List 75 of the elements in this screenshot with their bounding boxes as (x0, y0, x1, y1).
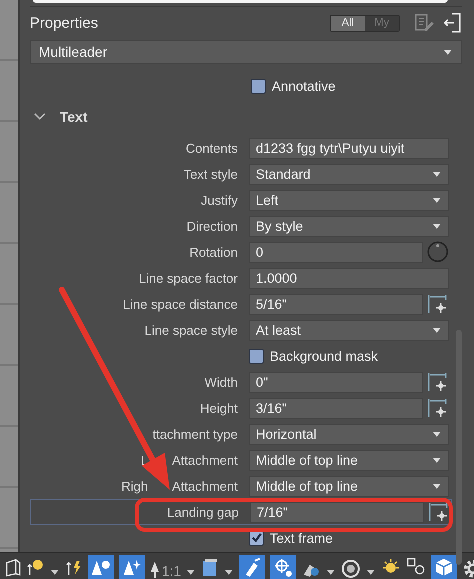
pick-distance-icon[interactable] (427, 293, 449, 315)
property-label: Justify (200, 192, 238, 208)
input-field[interactable]: 0 (249, 242, 423, 262)
checkbox[interactable] (251, 79, 266, 94)
toolbar-toggle[interactable] (239, 555, 266, 579)
dropdown[interactable]: Middle of top line (249, 450, 449, 470)
property-label: Landing gap (166, 504, 239, 520)
exit-icon[interactable] (444, 12, 462, 34)
dropdown[interactable]: Horizontal (249, 424, 449, 444)
caret-icon (432, 456, 442, 464)
caret-icon (432, 430, 442, 438)
checkbox-label: Background mask (270, 348, 378, 364)
dropdown-value: At least (256, 322, 302, 338)
panel-title: Properties (30, 14, 100, 32)
input-field[interactable]: 0" (249, 372, 423, 392)
chevron-icon[interactable] (34, 113, 46, 121)
property-label: Line space style (144, 322, 238, 338)
dropdown-value: By style (256, 218, 304, 234)
property-label: Line space factor (138, 270, 238, 286)
caret-icon (432, 326, 442, 334)
toolbar-toggle[interactable] (88, 555, 114, 579)
selected-row[interactable]: Landing gap 7/16" (30, 499, 452, 525)
input-field[interactable]: 7/16" (250, 502, 424, 522)
input-field[interactable]: 5/16" (249, 294, 423, 314)
pick-distance-icon[interactable] (427, 397, 449, 419)
dropdown-value: Multileader (39, 44, 108, 60)
dropdown-value: Left (256, 192, 279, 208)
checkbox-label: Text frame (270, 530, 334, 546)
ring-icon[interactable] (341, 557, 362, 579)
property-label: Rotation (188, 244, 238, 260)
dropdown-value: Middle of top line (256, 478, 358, 494)
property-label: Width (204, 374, 238, 390)
check-icon (250, 532, 262, 544)
object-type-dropdown[interactable]: Multileader (30, 40, 462, 64)
caret-icon (432, 482, 442, 490)
dropdown[interactable]: Left (249, 190, 449, 210)
pick-distance-icon[interactable] (428, 501, 450, 523)
property-label: Height (199, 400, 238, 416)
dropdown[interactable]: Middle of top line (249, 476, 449, 496)
search-field[interactable] (33, 0, 448, 3)
caret-icon (443, 48, 453, 56)
layers-icon[interactable] (201, 557, 220, 579)
caret-icon (432, 196, 442, 204)
property-label: Contents (184, 140, 238, 156)
section-title: Text (60, 109, 88, 125)
toolbar-toggle[interactable] (119, 555, 145, 579)
dropdown[interactable]: By style (249, 216, 449, 236)
property-label: Line space distance (122, 296, 238, 312)
edit-icon[interactable] (414, 13, 436, 33)
scrollbar[interactable] (456, 330, 462, 565)
property-label: ttachment type (152, 426, 238, 442)
target-icon (272, 557, 294, 579)
property-label: Attachment (172, 478, 238, 494)
dropdown-value: Middle of top line (256, 452, 358, 468)
toolbar-toggle[interactable] (270, 555, 296, 579)
property-label: Attachment (172, 452, 238, 468)
input-field[interactable]: d1233 fgg tytr\Putyu uiyit (249, 138, 449, 158)
toolbar-toggle[interactable] (431, 555, 458, 579)
property-label: Text style (182, 166, 238, 182)
dropdown[interactable]: Standard (249, 164, 449, 184)
property-label: Righ (121, 478, 148, 494)
checkbox-label: Annotative (272, 79, 336, 94)
caret-icon (432, 222, 442, 230)
scale-label[interactable]: 1:1 (162, 563, 182, 579)
property-label: Direction (186, 218, 238, 234)
checkbox[interactable] (249, 348, 264, 364)
pick-distance-icon[interactable] (427, 371, 449, 393)
dropdown-value: Standard (256, 166, 311, 182)
dropdown[interactable]: At least (249, 320, 449, 340)
cube-icon[interactable] (4, 557, 22, 579)
dropdown-value: Horizontal (256, 426, 317, 442)
input-field[interactable]: 1.0000 (249, 268, 449, 288)
caret-icon (432, 170, 442, 178)
input-field[interactable]: 3/16" (249, 398, 423, 418)
filter-tab[interactable]: All (331, 16, 365, 30)
